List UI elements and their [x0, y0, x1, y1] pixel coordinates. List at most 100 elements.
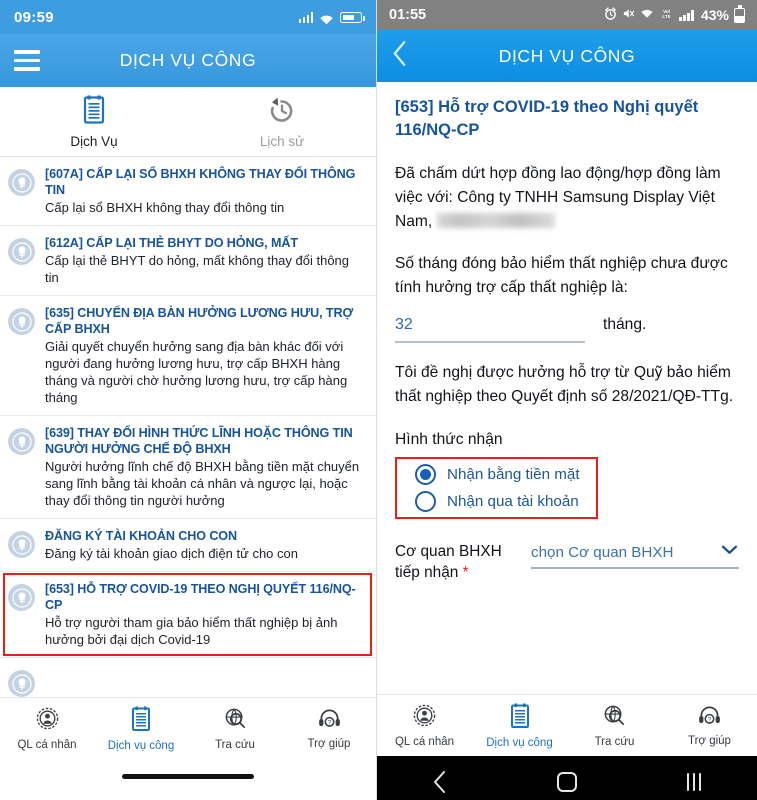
document-icon: [130, 706, 152, 737]
months-input-value: 32: [395, 316, 413, 334]
nav-ql-ca-nhan[interactable]: QL cá nhân: [0, 706, 94, 751]
months-input[interactable]: 32: [395, 316, 585, 343]
android-back-icon[interactable]: [377, 768, 504, 796]
headset-help-icon: ?: [317, 707, 342, 735]
list-item[interactable]: [607A] CẤP LẠI SỔ BHXH KHÔNG THAY ĐỔI TH…: [0, 157, 376, 226]
list-item-desc: Người hưởng lĩnh chế độ BHXH bằng tiền m…: [45, 459, 360, 508]
svg-text:LTE: LTE: [663, 14, 671, 19]
list-item-desc: Giải quyết chuyển hưởng sang địa bàn khá…: [45, 339, 348, 405]
list-item-desc: Hỗ trợ người tham gia bảo hiểm thất nghi…: [45, 615, 338, 647]
chevron-left-icon[interactable]: [391, 39, 408, 73]
bhxh-logo-icon: [8, 308, 35, 335]
chevron-down-icon[interactable]: [720, 543, 739, 561]
list-item[interactable]: [635] CHUYỂN ĐỊA BÀN HƯỞNG LƯƠNG HƯU, TR…: [0, 296, 376, 416]
bhxh-logo-icon: [8, 238, 35, 265]
personal-account-icon: [35, 706, 60, 736]
request-statement: Tôi đề nghị được hưởng hỗ trợ từ Quỹ bảo…: [395, 364, 734, 405]
search-globe-icon: [602, 703, 627, 733]
left-tab-bar: Dịch Vụ Lịch sử: [0, 87, 376, 157]
right-status-bar: 01:55 Vol LTE 43%: [377, 0, 757, 30]
status-icons: [298, 11, 365, 24]
radio-option-cash[interactable]: Nhận bằng tiền mặt: [407, 461, 588, 488]
list-item-title: [607A] CẤP LẠI SỔ BHXH KHÔNG THAY ĐỔI TH…: [45, 167, 356, 197]
left-phone-screen: 09:59 DỊCH VỤ CÔNG Dịch Vụ Lịch sử [607A…: [0, 0, 377, 800]
left-status-bar: 09:59: [0, 0, 376, 34]
svg-text:?: ?: [708, 717, 712, 724]
home-indicator-area: [0, 759, 376, 793]
radio-label: Nhận bằng tiền mặt: [447, 466, 580, 483]
wifi-icon: [640, 8, 654, 22]
months-unit-label: tháng.: [603, 316, 647, 333]
right-app-bar: DỊCH VỤ CÔNG: [377, 30, 757, 82]
status-icons: Vol LTE 43%: [604, 5, 745, 23]
list-item[interactable]: [639] THAY ĐỔI HÌNH THỨC LĨNH HOẶC THÔNG…: [0, 416, 376, 519]
radio-option-bank[interactable]: Nhận qua tài khoản: [407, 488, 588, 515]
page-title: DỊCH VỤ CÔNG: [119, 50, 257, 70]
months-input-underline: [395, 341, 585, 343]
personal-account-icon: [412, 703, 437, 733]
list-item-text: [607A] CẤP LẠI SỔ BHXH KHÔNG THAY ĐỔI TH…: [45, 166, 364, 216]
battery-icon: [734, 5, 745, 23]
nav-label: Tra cứu: [215, 739, 255, 751]
nav-dich-vu-cong[interactable]: Dịch vụ công: [472, 703, 567, 749]
nav-ql-ca-nhan[interactable]: QL cá nhân: [377, 703, 472, 748]
list-item-title: [653] HỖ TRỢ COVID-19 THEO NGHỊ QUYẾT 11…: [45, 582, 356, 612]
agency-select-label: Cơ quan BHXH tiếp nhận *: [395, 541, 517, 583]
list-item-highlighted[interactable]: [653] HỖ TRỢ COVID-19 THEO NGHỊ QUYẾT 11…: [0, 572, 376, 658]
document-icon: [81, 95, 107, 130]
list-item-text: ĐĂNG KÝ TÀI KHOẢN CHO CON Đăng ký tài kh…: [45, 528, 364, 562]
agency-select-control[interactable]: chọn Cơ quan BHXH: [531, 543, 739, 567]
agency-select[interactable]: chọn Cơ quan BHXH: [531, 541, 739, 569]
nav-tro-giup[interactable]: ? Trợ giúp: [282, 707, 376, 750]
list-item-title: [635] CHUYỂN ĐỊA BÀN HƯỞNG LƯƠNG HƯU, TR…: [45, 306, 354, 336]
home-indicator-bar[interactable]: [122, 773, 254, 779]
months-input-row: 32 tháng.: [395, 316, 739, 343]
android-recents-icon[interactable]: [630, 770, 757, 794]
nav-label: Dịch vụ công: [486, 736, 553, 749]
list-item-desc: Đăng ký tài khoản giao dịch điện tử cho …: [45, 546, 298, 561]
android-home-icon[interactable]: [504, 770, 631, 794]
document-icon: [509, 703, 531, 734]
list-item[interactable]: [612A] CẤP LẠI THẺ BHYT DO HỎNG, MẤT Cấp…: [0, 226, 376, 296]
svg-text:?: ?: [327, 720, 331, 727]
list-item-title: [612A] CẤP LẠI THẺ BHYT DO HỎNG, MẤT: [45, 236, 298, 250]
nav-tra-cuu[interactable]: Tra cứu: [567, 703, 662, 748]
nav-label: Dịch vụ công: [107, 739, 175, 752]
list-item[interactable]: [0, 658, 376, 697]
list-item-text: [45, 667, 364, 697]
alarm-icon: [604, 7, 617, 23]
list-item-text: [635] CHUYỂN ĐỊA BÀN HƯỞNG LƯƠNG HƯU, TR…: [45, 305, 364, 406]
hamburger-menu-icon[interactable]: [14, 50, 40, 71]
form-body: [653] Hỗ trợ COVID-19 theo Nghị quyết 11…: [377, 82, 757, 694]
nav-tra-cuu[interactable]: Tra cứu: [188, 706, 282, 751]
tab-lich-su[interactable]: Lịch sử: [188, 87, 376, 156]
list-item-title: [639] THAY ĐỔI HÌNH THỨC LĨNH HOẶC THÔNG…: [45, 426, 353, 456]
required-mark: *: [462, 564, 469, 581]
tab-label: Dịch Vụ: [70, 133, 118, 149]
receive-method-group: Nhận bằng tiền mặt Nhận qua tài khoản: [395, 457, 598, 519]
nav-dich-vu-cong[interactable]: Dịch vụ công: [94, 706, 188, 752]
nav-tro-giup[interactable]: ? Trợ giúp: [662, 704, 757, 747]
form-doc-title: [653] Hỗ trợ COVID-19 theo Nghị quyết 11…: [395, 98, 699, 139]
mute-icon: [622, 7, 635, 23]
list-item-title: ĐĂNG KÝ TÀI KHOẢN CHO CON: [45, 529, 238, 543]
agency-label-text: Cơ quan BHXH tiếp nhận: [395, 543, 502, 581]
bhxh-logo-icon: [8, 169, 35, 196]
tab-label: Lịch sử: [259, 133, 305, 149]
right-bottom-nav: QL cá nhân Dịch vụ công Tra cứu ? Trợ gi…: [377, 694, 757, 756]
list-item[interactable]: ĐĂNG KÝ TÀI KHOẢN CHO CON Đăng ký tài kh…: [0, 519, 376, 572]
nav-label: Tra cứu: [594, 736, 635, 748]
left-app-bar: DỊCH VỤ CÔNG: [0, 34, 376, 87]
signal-bars-icon: [679, 9, 694, 21]
list-item-desc: Cấp lại sổ BHXH không thay đổi thông tin: [45, 200, 285, 215]
nav-label: Trợ giúp: [307, 738, 351, 750]
service-list[interactable]: [607A] CẤP LẠI SỔ BHXH KHÔNG THAY ĐỔI TH…: [0, 157, 376, 697]
list-item-text: [612A] CẤP LẠI THẺ BHYT DO HỎNG, MẤT Cấp…: [45, 235, 364, 286]
radio-label: Nhận qua tài khoản: [447, 493, 579, 510]
bhxh-logo-icon: [8, 670, 35, 697]
nav-label: Trợ giúp: [688, 735, 731, 747]
radio-selected-icon: [415, 464, 436, 485]
search-globe-icon: [223, 706, 248, 736]
list-item-text: [639] THAY ĐỔI HÌNH THỨC LĨNH HOẶC THÔNG…: [45, 425, 364, 509]
tab-dich-vu[interactable]: Dịch Vụ: [0, 87, 188, 156]
